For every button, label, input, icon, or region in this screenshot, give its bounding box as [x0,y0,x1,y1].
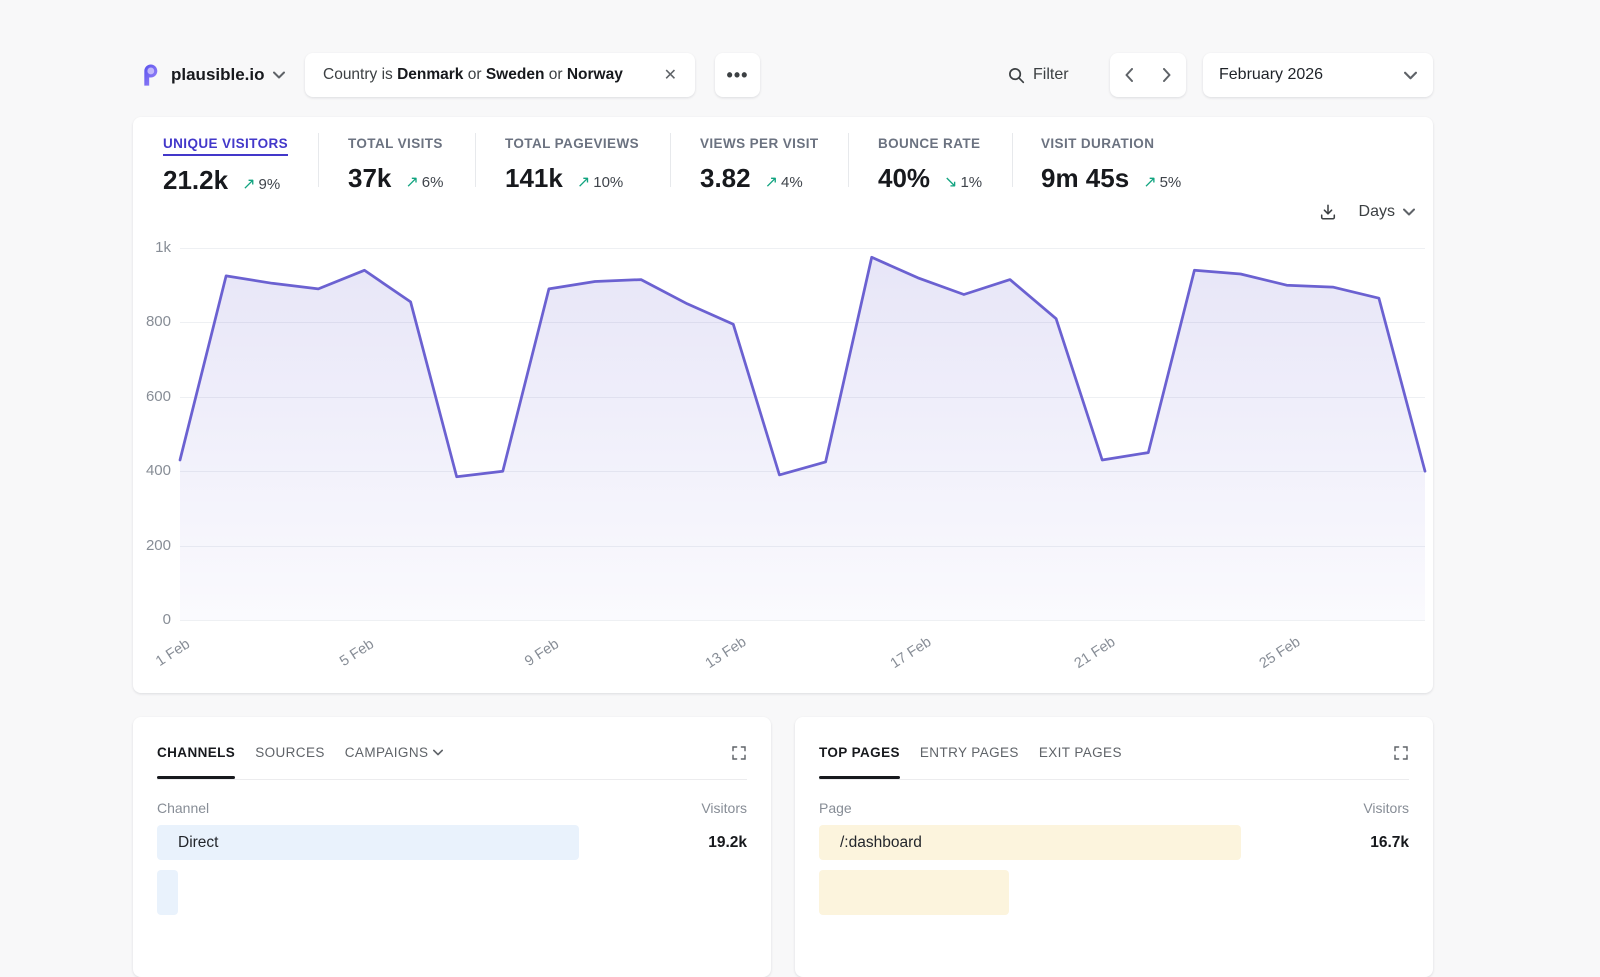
row-label: /:dashboard [840,834,922,852]
change-badge: ↗6% [405,172,443,192]
chart-controls: Days [1319,203,1415,221]
row-label: Direct [178,834,218,852]
expand-report-button[interactable] [1393,745,1409,761]
date-range-label: February 2026 [1219,66,1323,84]
divider [848,133,849,187]
more-options-button[interactable]: ••• [715,53,760,97]
plausible-logo-icon [137,62,163,88]
stat-unique-visitors[interactable]: UNIQUE VISITORS 21.2k ↗9% [163,135,288,196]
table-row[interactable]: /:dashboard 16.7k [819,825,1409,860]
chevron-down-icon [1404,71,1417,80]
chevron-down-icon [1403,208,1415,216]
trend-up-icon: ↗ [577,174,590,191]
date-range-picker[interactable]: February 2026 [1203,53,1433,97]
change-badge: ↗4% [765,172,803,192]
divider [318,133,319,187]
y-axis-tick: 800 [133,313,171,330]
site-switcher[interactable]: plausible.io [137,53,285,97]
x-axis-tick: 21 Feb [1062,627,1129,679]
y-axis-tick: 400 [133,462,171,479]
download-button[interactable] [1319,203,1337,221]
trend-up-icon: ↗ [242,176,255,193]
stat-bounce-rate[interactable]: BOUNCE RATE 40% ↘1% [878,135,982,194]
trend-up-icon: ↗ [1143,174,1156,191]
tab-top-pages[interactable]: TOP PAGES [819,745,900,779]
change-badge: ↗5% [1143,172,1181,192]
chevron-left-icon [1125,68,1133,82]
column-header-dimension: Channel [157,800,209,816]
visitors-area-chart[interactable] [180,248,1425,620]
column-header-metric: Visitors [1363,800,1409,816]
stat-total-pageviews[interactable]: TOTAL PAGEVIEWS 141k ↗10% [505,135,639,194]
divider [819,779,1409,780]
table-row[interactable]: Direct 19.2k [157,825,747,860]
chevron-down-icon [433,749,443,756]
divider [670,133,671,187]
expand-icon [731,745,747,761]
y-axis-tick: 200 [133,537,171,554]
divider [475,133,476,187]
row-bar [157,870,178,915]
visitors-panel: UNIQUE VISITORS 21.2k ↗9% TOTAL VISITS 3… [133,117,1433,693]
row-bar [819,870,1009,915]
add-filter-button[interactable]: Filter [1008,53,1069,97]
change-badge: ↘1% [944,172,982,192]
chevron-down-icon [273,71,285,79]
site-name: plausible.io [171,65,265,85]
tab-campaigns[interactable]: CAMPAIGNS [345,745,444,779]
active-filter-pill[interactable]: Country is Denmark or Sweden or Norway ✕ [305,53,695,97]
remove-filter-icon[interactable]: ✕ [654,65,677,85]
interval-dropdown[interactable]: Days [1359,203,1415,221]
download-icon [1319,203,1337,221]
expand-report-button[interactable] [731,745,747,761]
change-badge: ↗10% [577,172,623,192]
divider [1012,133,1013,187]
x-axis-tick: 9 Feb [508,627,575,679]
row-value: 19.2k [708,834,747,852]
row-value: 16.7k [1370,834,1409,852]
x-axis-tick: 1 Feb [139,627,206,679]
x-axis-tick: 25 Feb [1246,627,1313,679]
column-header-dimension: Page [819,800,852,816]
x-axis-tick: 5 Feb [324,627,391,679]
table-row-partial[interactable] [157,870,747,915]
row-bar [157,825,579,860]
search-icon [1008,67,1025,84]
x-axis-tick: 13 Feb [693,627,760,679]
tab-channels[interactable]: CHANNELS [157,745,235,779]
stat-views-per-visit[interactable]: VIEWS PER VISIT 3.82 ↗4% [700,135,819,194]
interval-label: Days [1359,203,1395,221]
trend-up-icon: ↗ [405,174,418,191]
next-period-button[interactable] [1148,53,1186,97]
date-nav [1110,53,1186,97]
y-axis-tick: 1k [133,239,171,256]
y-axis-tick: 0 [133,611,171,628]
tab-exit-pages[interactable]: EXIT PAGES [1039,745,1122,779]
prev-period-button[interactable] [1110,53,1148,97]
channels-report-card: CHANNELS SOURCES CAMPAIGNS Channel Visit… [133,717,771,977]
stat-total-visits[interactable]: TOTAL VISITS 37k ↗6% [348,135,443,194]
add-filter-label: Filter [1033,66,1069,84]
expand-icon [1393,745,1409,761]
tab-sources[interactable]: SOURCES [255,745,325,779]
divider [157,779,747,780]
x-axis-tick: 17 Feb [877,627,944,679]
gridline [180,620,1425,621]
stat-visit-duration[interactable]: VISIT DURATION 9m 45s ↗5% [1041,135,1181,194]
trend-down-icon: ↘ [944,174,957,191]
tab-entry-pages[interactable]: ENTRY PAGES [920,745,1019,779]
chevron-right-icon [1163,68,1171,82]
filter-pill-text: Country is Denmark or Sweden or Norway [323,66,623,84]
pages-report-card: TOP PAGES ENTRY PAGES EXIT PAGES Page Vi… [795,717,1433,977]
change-badge: ↗9% [242,174,280,194]
trend-up-icon: ↗ [765,174,778,191]
y-axis-tick: 600 [133,388,171,405]
column-header-metric: Visitors [701,800,747,816]
table-row-partial[interactable] [819,870,1409,915]
